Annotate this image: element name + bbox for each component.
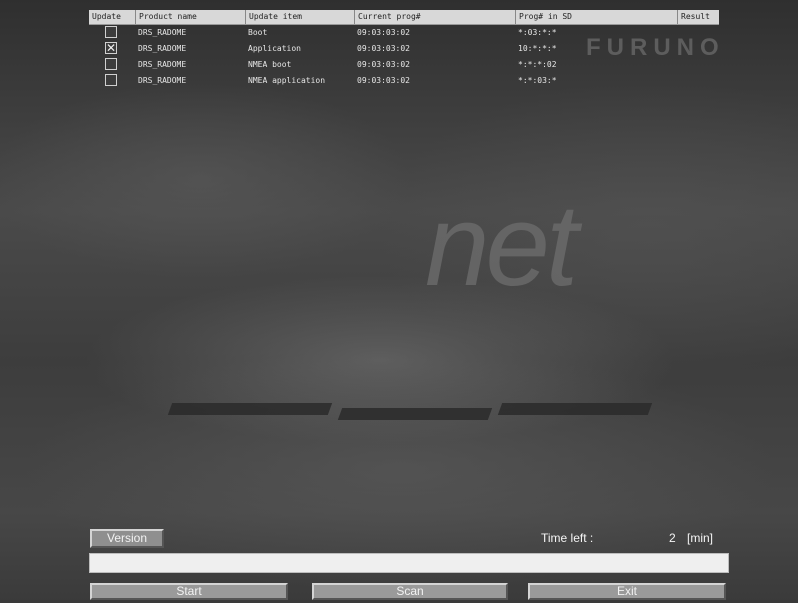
table-row: ✕ DRS_RADOME Application 09:03:03:02 10:… <box>89 41 719 56</box>
progress-bar <box>89 553 729 573</box>
current-prog-cell: 09:03:03:02 <box>357 28 410 37</box>
column-header-prog-in-sd: Prog# in SD <box>515 10 677 24</box>
column-header-update: Update <box>92 12 121 21</box>
background-band <box>167 403 333 415</box>
scan-button[interactable]: Scan <box>312 583 508 600</box>
prog-in-sd-cell: 10:*:*:* <box>518 44 557 53</box>
update-item-cell: Boot <box>248 28 268 37</box>
table-row: DRS_RADOME Boot 09:03:03:02 *:03:*:* <box>89 25 719 40</box>
column-header-result: Result <box>677 10 719 24</box>
product-name-cell: DRS_RADOME <box>138 44 187 53</box>
update-item-cell: NMEA boot <box>248 60 292 69</box>
start-button[interactable]: Start <box>90 583 288 600</box>
prog-in-sd-cell: *:*:*:02 <box>518 60 557 69</box>
background-band <box>497 403 653 415</box>
update-checkbox[interactable] <box>105 26 117 38</box>
prog-in-sd-cell: *:*:03:* <box>518 76 557 85</box>
update-checkbox[interactable] <box>105 74 117 86</box>
exit-button[interactable]: Exit <box>528 583 726 600</box>
time-left-unit: [min] <box>687 531 714 545</box>
product-name-cell: DRS_RADOME <box>138 60 187 69</box>
version-button[interactable]: Version <box>90 529 164 548</box>
update-screen: FURUNO net Update Product name Update it… <box>0 0 798 603</box>
background-band <box>337 408 493 420</box>
current-prog-cell: 09:03:03:02 <box>357 76 410 85</box>
column-header-current-prog: Current prog# <box>354 10 515 24</box>
product-name-cell: DRS_RADOME <box>138 28 187 37</box>
current-prog-cell: 09:03:03:02 <box>357 60 410 69</box>
update-item-cell: Application <box>248 44 301 53</box>
current-prog-cell: 09:03:03:02 <box>357 44 410 53</box>
column-header-update-item: Update item <box>245 10 354 24</box>
time-left-label: Time left : <box>541 531 594 545</box>
table-row: DRS_RADOME NMEA boot 09:03:03:02 *:*:*:0… <box>89 57 719 72</box>
product-name-cell: DRS_RADOME <box>138 76 187 85</box>
update-checkbox[interactable]: ✕ <box>105 42 117 54</box>
time-left-value: 2 <box>669 531 676 545</box>
table-row: DRS_RADOME NMEA application 09:03:03:02 … <box>89 73 719 88</box>
update-table-header: Update Product name Update item Current … <box>89 10 719 25</box>
background-net-text: net <box>425 180 578 310</box>
update-item-cell: NMEA application <box>248 76 326 85</box>
column-header-product-name: Product name <box>135 10 245 24</box>
update-checkbox[interactable] <box>105 58 117 70</box>
prog-in-sd-cell: *:03:*:* <box>518 28 557 37</box>
